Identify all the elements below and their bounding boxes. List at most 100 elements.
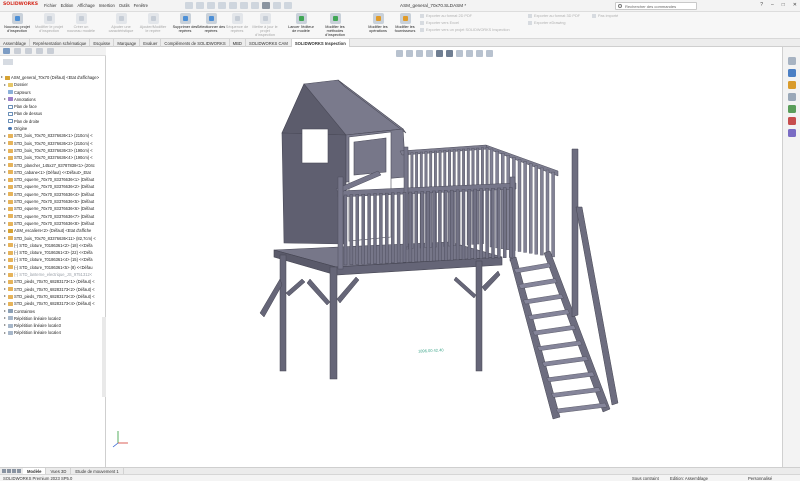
design-library-icon[interactable] bbox=[788, 81, 796, 89]
expand-arrow-icon[interactable] bbox=[4, 149, 6, 152]
expand-arrow-icon[interactable] bbox=[4, 215, 6, 218]
expand-arrow-icon[interactable] bbox=[4, 331, 6, 334]
next-tab-icon[interactable] bbox=[12, 469, 16, 473]
feature-manager-tab-icon[interactable] bbox=[3, 48, 10, 54]
add-edit-balloon-button[interactable]: Ajouter/Modifier le repère bbox=[138, 13, 168, 38]
expand-arrow-icon[interactable] bbox=[4, 142, 6, 145]
tree-item[interactable]: (-) STD_cloture_70186361<2> (18) <<Défa bbox=[0, 242, 106, 249]
file-explorer-icon[interactable] bbox=[788, 93, 796, 101]
help-icon[interactable]: ? bbox=[760, 2, 763, 8]
export-2d-pdf-button[interactable]: Exporter au format 2D PDF bbox=[420, 14, 472, 18]
first-tab-icon[interactable] bbox=[2, 469, 6, 473]
filter-icon[interactable] bbox=[3, 59, 13, 65]
prev-tab-icon[interactable] bbox=[7, 469, 11, 473]
expand-arrow-icon[interactable] bbox=[4, 317, 6, 320]
export-3d-pdf-button[interactable]: Exporter au format 3D PDF bbox=[528, 14, 580, 18]
update-inspection-project-button[interactable]: Mettre à jour le projet d'inspection bbox=[250, 13, 280, 38]
tree-item[interactable]: Plan de droite bbox=[0, 118, 106, 125]
open-icon[interactable] bbox=[207, 2, 215, 9]
new-inspection-project-button[interactable]: Nouveau projet d'inspection bbox=[2, 13, 32, 38]
tree-item[interactable]: STD_pieds_70x70_68283173<3> (Défaut) < bbox=[0, 293, 106, 300]
solidworks-logo[interactable]: SOLIDWORKS bbox=[3, 2, 38, 10]
print-icon[interactable] bbox=[229, 2, 237, 9]
expand-arrow-icon[interactable] bbox=[4, 324, 6, 327]
tree-item[interactable]: Origine bbox=[0, 125, 106, 132]
menu-item-fenetre[interactable]: Fenêtre bbox=[134, 3, 148, 8]
expand-arrow-icon[interactable] bbox=[4, 222, 6, 225]
menu-item-affichage[interactable]: Affichage bbox=[77, 3, 94, 8]
tree-item[interactable]: STD_equerre_70x70_83376636<8> (Défaut bbox=[0, 220, 106, 227]
tree-item[interactable]: STD_bois_70x70_83376636<4> (190cm) < bbox=[0, 154, 106, 161]
expand-arrow-icon[interactable] bbox=[1, 76, 3, 79]
expand-arrow-icon[interactable] bbox=[4, 266, 6, 269]
launch-template-editor-button[interactable]: Lancer l'éditeur de modèle bbox=[286, 13, 316, 38]
tree-item[interactable]: Répétition linéaire locale2 bbox=[0, 315, 106, 322]
graphics-viewport[interactable]: 1896.00 42.40 bbox=[106, 47, 782, 467]
tree-item[interactable]: STD_equerre_70x70_83376636<5> (Défaut bbox=[0, 198, 106, 205]
last-tab-icon[interactable] bbox=[17, 469, 21, 473]
tab-evaluer[interactable]: Evaluer bbox=[140, 39, 162, 47]
tab-solidworks-inspection[interactable]: SOLIDWORKS Inspection bbox=[291, 39, 350, 47]
expand-arrow-icon[interactable] bbox=[4, 273, 6, 276]
appearances-icon[interactable] bbox=[788, 117, 796, 125]
expand-arrow-icon[interactable] bbox=[4, 295, 6, 298]
tree-item[interactable]: STD_cabane<1> (Défaut) <<Défaut>_Etat bbox=[0, 169, 106, 176]
tree-item[interactable]: Dossier bbox=[0, 81, 106, 88]
tab-complements[interactable]: Compléments de SOLIDWORKS bbox=[161, 39, 230, 47]
tab-assemblage[interactable]: Assemblage bbox=[0, 39, 31, 47]
treehouse-3d-model[interactable] bbox=[106, 47, 782, 467]
menu-item-insertion[interactable]: Insertion bbox=[99, 3, 115, 8]
tree-item[interactable]: STD_equerre_70x70_83376636<7> (Défaut bbox=[0, 213, 106, 220]
close-icon[interactable]: ✕ bbox=[793, 2, 797, 8]
tree-item[interactable]: (-) STD_cloture_70186361<3> (22) <<Défa bbox=[0, 249, 106, 256]
not-imported-button[interactable]: Pas importé bbox=[592, 14, 618, 18]
export-edrawing-button[interactable]: Exporter eDrawing bbox=[528, 21, 565, 25]
tree-item[interactable]: STD_equerre_70x70_83376636<1> (Défaut bbox=[0, 176, 106, 183]
redo-icon[interactable] bbox=[251, 2, 259, 9]
expand-arrow-icon[interactable] bbox=[4, 134, 6, 137]
tree-item[interactable]: Plan de dessus bbox=[0, 110, 106, 117]
tree-item[interactable]: (-) STD_cloture_70186361<4> (15) <<Défa bbox=[0, 256, 106, 263]
new-document-icon[interactable] bbox=[196, 2, 204, 9]
dimxpert-tab-icon[interactable] bbox=[36, 48, 43, 54]
expand-arrow-icon[interactable] bbox=[4, 193, 6, 196]
tree-item[interactable]: STD_bois_70x70_83376636<1> (210cm) < bbox=[0, 132, 106, 139]
tree-item[interactable]: STD_bois_70x70_83376636<3> (190cm) < bbox=[0, 147, 106, 154]
tab-mbd[interactable]: MBD bbox=[230, 39, 246, 47]
expand-arrow-icon[interactable] bbox=[4, 288, 6, 290]
expand-arrow-icon[interactable] bbox=[4, 83, 6, 86]
minimize-icon[interactable]: – bbox=[771, 2, 774, 8]
expand-arrow-icon[interactable] bbox=[4, 178, 6, 181]
tree-item[interactable]: STD_equerre_70x70_83376636<4> (Défaut bbox=[0, 191, 106, 198]
status-units[interactable]: Personnalisé bbox=[748, 476, 772, 481]
menu-item-outils[interactable]: Outils bbox=[119, 3, 130, 8]
expand-arrow-icon[interactable] bbox=[4, 163, 6, 166]
options-gear-icon[interactable] bbox=[284, 2, 292, 9]
tree-item[interactable]: ASM_general_70x70 (Défaut) <Etat d'affic… bbox=[0, 74, 106, 81]
tree-item[interactable]: Répétition linéaire locale3 bbox=[0, 322, 106, 329]
display-manager-tab-icon[interactable] bbox=[47, 48, 54, 54]
tree-item[interactable]: (-) STD_lanterne_electrique_JS_9751312< bbox=[0, 271, 106, 278]
undo-icon[interactable] bbox=[240, 2, 248, 9]
edit-operations-button[interactable]: Modifier les opérations bbox=[363, 13, 393, 38]
expand-arrow-icon[interactable] bbox=[4, 244, 6, 247]
expand-arrow-icon[interactable] bbox=[4, 98, 6, 101]
select-icon[interactable] bbox=[262, 2, 270, 9]
balloon-sequence-button[interactable]: Séquence de repères bbox=[222, 13, 252, 38]
expand-arrow-icon[interactable] bbox=[4, 258, 6, 261]
home-icon[interactable] bbox=[185, 2, 193, 9]
export-inspection-project-button[interactable]: Exporter vers un projet SOLIDWORKS Inspe… bbox=[420, 28, 510, 32]
tab-esquisse[interactable]: Esquisse bbox=[90, 39, 115, 47]
tree-item[interactable]: STD_equerre_70x70_83376636<6> (Défaut bbox=[0, 205, 106, 212]
maximize-icon[interactable]: □ bbox=[782, 2, 785, 8]
tree-item[interactable]: Capteurs bbox=[0, 89, 106, 96]
tab-solidworks-cam[interactable]: SOLIDWORKS CAM bbox=[246, 39, 292, 47]
tree-item[interactable]: Plan de face bbox=[0, 103, 106, 110]
tree-item[interactable]: STD_plancher_145x27_83787838<1> (204c bbox=[0, 162, 106, 169]
custom-properties-icon[interactable] bbox=[788, 129, 796, 137]
tab-marquage[interactable]: Marquage bbox=[114, 39, 141, 47]
tab-representation-schematique[interactable]: Représentation schématique bbox=[30, 39, 91, 47]
tree-item[interactable]: Annotations bbox=[0, 96, 106, 103]
expand-arrow-icon[interactable] bbox=[4, 236, 6, 239]
tree-item[interactable]: STD_pieds_70x70_68283173<1> (Défaut) < bbox=[0, 278, 106, 285]
